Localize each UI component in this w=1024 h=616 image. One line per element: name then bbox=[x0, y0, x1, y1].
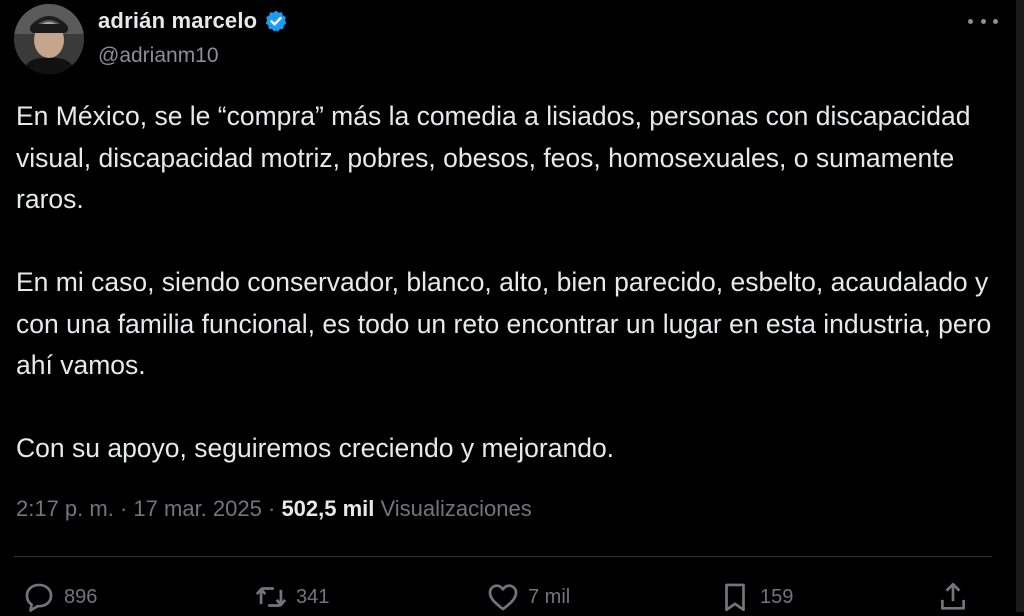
like-icon bbox=[488, 584, 518, 611]
share-icon bbox=[941, 582, 965, 610]
tweet-header: adrián marcelo @adrianm10 bbox=[14, 4, 1004, 74]
reply-button[interactable]: 896 bbox=[22, 580, 97, 614]
like-button[interactable]: 7 mil bbox=[486, 580, 570, 614]
views-count: 502,5 mil bbox=[281, 496, 375, 521]
reply-count: 896 bbox=[64, 585, 98, 608]
share-button[interactable] bbox=[936, 580, 978, 614]
more-icon[interactable] bbox=[968, 10, 998, 32]
tweet-time[interactable]: 2:17 p. m. bbox=[16, 496, 114, 521]
bookmark-icon bbox=[725, 583, 745, 612]
avatar[interactable] bbox=[14, 4, 84, 74]
reply-icon bbox=[25, 583, 53, 612]
tweet-paragraph: Con su apoyo, seguiremos creciendo y mej… bbox=[16, 433, 615, 463]
bookmark-button[interactable]: 159 bbox=[718, 580, 793, 614]
tweet-date[interactable]: 17 mar. 2025 bbox=[133, 496, 261, 521]
bookmark-count: 159 bbox=[760, 585, 794, 608]
meta-separator: · bbox=[267, 496, 276, 521]
tweet-paragraph: En mi caso, siendo conservador, blanco, … bbox=[16, 267, 992, 380]
tweet-text: En México, se le “compra” más la comedia… bbox=[16, 96, 996, 470]
verified-icon[interactable] bbox=[264, 9, 288, 33]
repost-button[interactable]: 341 bbox=[254, 580, 329, 614]
meta-separator: · bbox=[119, 496, 128, 521]
action-bar: 896 341 7 mil 159 bbox=[22, 580, 978, 616]
views-label: Visualizaciones bbox=[380, 496, 532, 521]
window-edge bbox=[1016, 0, 1024, 612]
repost-icon bbox=[255, 587, 287, 607]
repost-count: 341 bbox=[296, 585, 330, 608]
divider bbox=[14, 556, 992, 557]
like-count: 7 mil bbox=[528, 585, 571, 608]
tweet-paragraph: En México, se le “compra” más la comedia… bbox=[16, 101, 971, 214]
display-name[interactable]: adrián marcelo bbox=[98, 8, 257, 34]
tweet-meta: 2:17 p. m. · 17 mar. 2025 · 502,5 mil Vi… bbox=[16, 496, 532, 522]
user-handle[interactable]: @adrianm10 bbox=[98, 44, 219, 68]
